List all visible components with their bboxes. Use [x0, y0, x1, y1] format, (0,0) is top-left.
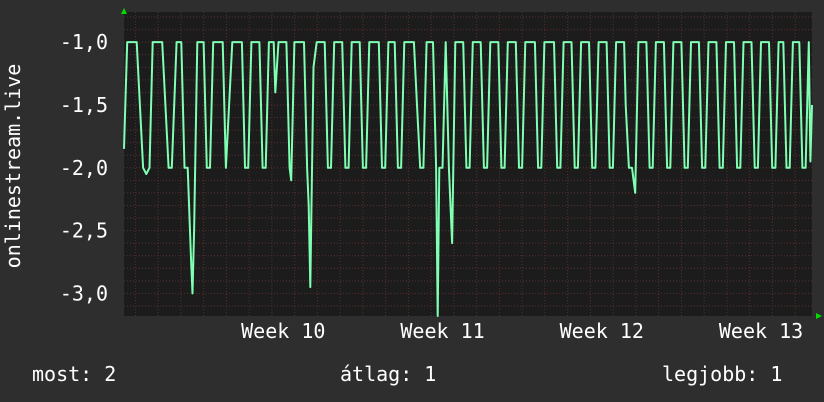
- y-tick-label: -3,0: [60, 281, 108, 305]
- stat-best: legjobb: 1: [662, 362, 783, 386]
- x-tick-label: Week 12: [560, 319, 644, 343]
- x-axis-arrow-icon: [816, 313, 822, 319]
- x-axis: Week 10 Week 11 Week 12 Week 13: [241, 319, 803, 343]
- line-chart: -1,0-1,5-2,0-2,5-3,0 Week 10 Week 11 Week …: [1, 8, 822, 343]
- y-axis: -1,0 -1,5 -2,0 -2,5 -3,0: [60, 30, 108, 305]
- x-tick-label: Week 11: [400, 319, 484, 343]
- y-tick-label: -2,5: [60, 219, 108, 243]
- stat-current: most: 2: [32, 362, 117, 386]
- y-tick-label: -1,5: [60, 93, 108, 117]
- y-axis-arrow-icon: [121, 8, 127, 14]
- x-tick-label: Week 10: [241, 319, 325, 343]
- stat-average: átlag: 1: [340, 362, 437, 386]
- y-tick-label: -1,0: [60, 30, 108, 54]
- y-axis-label: onlinestream.live: [1, 64, 25, 269]
- y-tick-label: -2,0: [60, 156, 108, 180]
- x-tick-label: Week 13: [719, 319, 803, 343]
